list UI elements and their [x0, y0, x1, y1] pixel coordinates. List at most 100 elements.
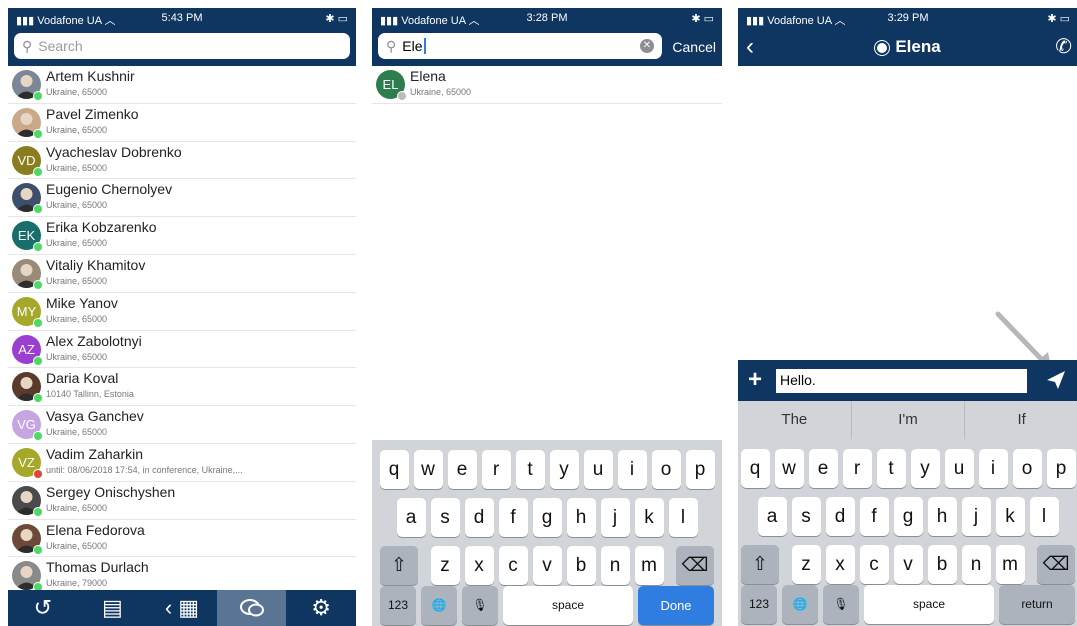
- notebook-icon[interactable]: ▤: [78, 590, 148, 626]
- key-c[interactable]: c: [498, 546, 528, 585]
- key-b[interactable]: b: [566, 546, 596, 585]
- space-key[interactable]: space: [503, 586, 633, 625]
- key-z[interactable]: z: [430, 546, 460, 585]
- backspace-icon[interactable]: ⌫: [676, 546, 714, 585]
- key-z[interactable]: z: [791, 545, 821, 584]
- contact-row[interactable]: Eugenio Chernolyev Ukraine, 65000: [8, 179, 356, 218]
- key-p[interactable]: p: [685, 450, 715, 489]
- key-x[interactable]: x: [825, 545, 855, 584]
- key-k[interactable]: k: [634, 498, 664, 537]
- contact-row[interactable]: Vitaliy Khamitov Ukraine, 65000: [8, 255, 356, 293]
- key-n[interactable]: n: [961, 545, 991, 584]
- settings-icon[interactable]: ⚙: [286, 590, 356, 626]
- key-u[interactable]: u: [583, 450, 613, 489]
- key-n[interactable]: n: [600, 546, 630, 585]
- shift-icon[interactable]: ⇧: [741, 545, 779, 584]
- key-t[interactable]: t: [876, 449, 906, 488]
- key-x[interactable]: x: [464, 546, 494, 585]
- contact-row[interactable]: Artem Kushnir Ukraine, 65000: [8, 66, 356, 104]
- numbers-key[interactable]: 123: [380, 586, 416, 625]
- history-icon[interactable]: ↺: [8, 590, 78, 626]
- search-result-item[interactable]: EL Elena Ukraine, 65000: [372, 66, 722, 104]
- key-s[interactable]: s: [430, 498, 460, 537]
- globe-icon[interactable]: 🌐: [421, 586, 457, 625]
- key-l[interactable]: l: [668, 498, 698, 537]
- dialpad-icon[interactable]: ‹ ▦: [147, 590, 217, 626]
- key-g[interactable]: g: [893, 497, 923, 536]
- key-q[interactable]: q: [740, 449, 770, 488]
- suggestion-item[interactable]: If: [965, 401, 1077, 439]
- contact-row[interactable]: VD Vyacheslav Dobrenko Ukraine, 65000: [8, 142, 356, 180]
- key-e[interactable]: e: [447, 450, 477, 489]
- key-g[interactable]: g: [532, 498, 562, 537]
- key-m[interactable]: m: [995, 545, 1025, 584]
- contact-row[interactable]: VG Vasya Ganchev Ukraine, 65000: [8, 406, 356, 444]
- space-key[interactable]: space: [864, 585, 994, 624]
- key-o[interactable]: o: [651, 450, 681, 489]
- key-y[interactable]: y: [910, 449, 940, 488]
- microphone-icon[interactable]: 🎙: [462, 586, 498, 625]
- shift-icon[interactable]: ⇧: [380, 546, 418, 585]
- contact-row[interactable]: VZ Vadim Zaharkin until: 08/06/2018 17:54,…: [8, 444, 356, 482]
- key-d[interactable]: d: [825, 497, 855, 536]
- presence-dot: [33, 431, 43, 442]
- numbers-key[interactable]: 123: [741, 585, 777, 624]
- key-r[interactable]: r: [842, 449, 872, 488]
- key-y[interactable]: y: [549, 450, 579, 489]
- presence-dot: [33, 393, 43, 404]
- key-t[interactable]: t: [515, 450, 545, 489]
- key-c[interactable]: c: [859, 545, 889, 584]
- key-k[interactable]: k: [995, 497, 1025, 536]
- backspace-icon[interactable]: ⌫: [1037, 545, 1075, 584]
- contact-row[interactable]: EK Erika Kobzarenko Ukraine, 65000: [8, 217, 356, 255]
- key-p[interactable]: p: [1046, 449, 1076, 488]
- key-u[interactable]: u: [944, 449, 974, 488]
- key-o[interactable]: o: [1012, 449, 1042, 488]
- key-f[interactable]: f: [859, 497, 889, 536]
- plus-icon[interactable]: +: [748, 366, 762, 394]
- message-input[interactable]: Hello.: [776, 369, 1027, 393]
- return-key[interactable]: return: [999, 585, 1075, 624]
- key-l[interactable]: l: [1029, 497, 1059, 536]
- key-a[interactable]: a: [396, 498, 426, 537]
- key-i[interactable]: i: [617, 450, 647, 489]
- key-b[interactable]: b: [927, 545, 957, 584]
- key-h[interactable]: h: [566, 498, 596, 537]
- contact-row[interactable]: AZ Alex Zabolotnyi Ukraine, 65000: [8, 331, 356, 369]
- phone-icon[interactable]: ✆: [1055, 34, 1072, 59]
- key-f[interactable]: f: [498, 498, 528, 537]
- key-e[interactable]: e: [808, 449, 838, 488]
- key-v[interactable]: v: [893, 545, 923, 584]
- key-v[interactable]: v: [532, 546, 562, 585]
- contact-name: Vyacheslav Dobrenko: [46, 143, 182, 160]
- key-i[interactable]: i: [978, 449, 1008, 488]
- contact-row[interactable]: MY Mike Yanov Ukraine, 65000: [8, 293, 356, 331]
- contact-row[interactable]: Daria Koval 10140 Tallinn, Estonia: [8, 368, 356, 407]
- done-button[interactable]: Done: [638, 586, 714, 625]
- search-icon: ⚲: [22, 37, 33, 54]
- send-icon[interactable]: [1046, 370, 1066, 390]
- key-d[interactable]: d: [464, 498, 494, 537]
- contact-row[interactable]: Elena Fedorova Ukraine, 65000: [8, 520, 356, 558]
- key-j[interactable]: j: [600, 498, 630, 537]
- key-m[interactable]: m: [634, 546, 664, 585]
- suggestion-item[interactable]: The: [738, 401, 852, 439]
- key-r[interactable]: r: [481, 450, 511, 489]
- cancel-button[interactable]: Cancel: [672, 39, 716, 55]
- chat-icon[interactable]: [216, 590, 287, 626]
- contact-row[interactable]: Pavel Zimenko Ukraine, 65000: [8, 104, 356, 142]
- globe-icon[interactable]: 🌐: [782, 585, 818, 624]
- search-input[interactable]: ⚲ Search: [14, 33, 350, 59]
- microphone-icon[interactable]: 🎙: [823, 585, 859, 624]
- key-q[interactable]: q: [379, 450, 409, 489]
- key-h[interactable]: h: [927, 497, 957, 536]
- suggestion-item[interactable]: I'm: [852, 401, 966, 439]
- clear-icon[interactable]: ✕: [640, 39, 654, 53]
- key-w[interactable]: w: [774, 449, 804, 488]
- search-input[interactable]: ⚲ Ele ✕: [378, 33, 662, 59]
- key-s[interactable]: s: [791, 497, 821, 536]
- key-j[interactable]: j: [961, 497, 991, 536]
- key-w[interactable]: w: [413, 450, 443, 489]
- contact-row[interactable]: Sergey Onischyshen Ukraine, 65000: [8, 482, 356, 520]
- key-a[interactable]: a: [757, 497, 787, 536]
